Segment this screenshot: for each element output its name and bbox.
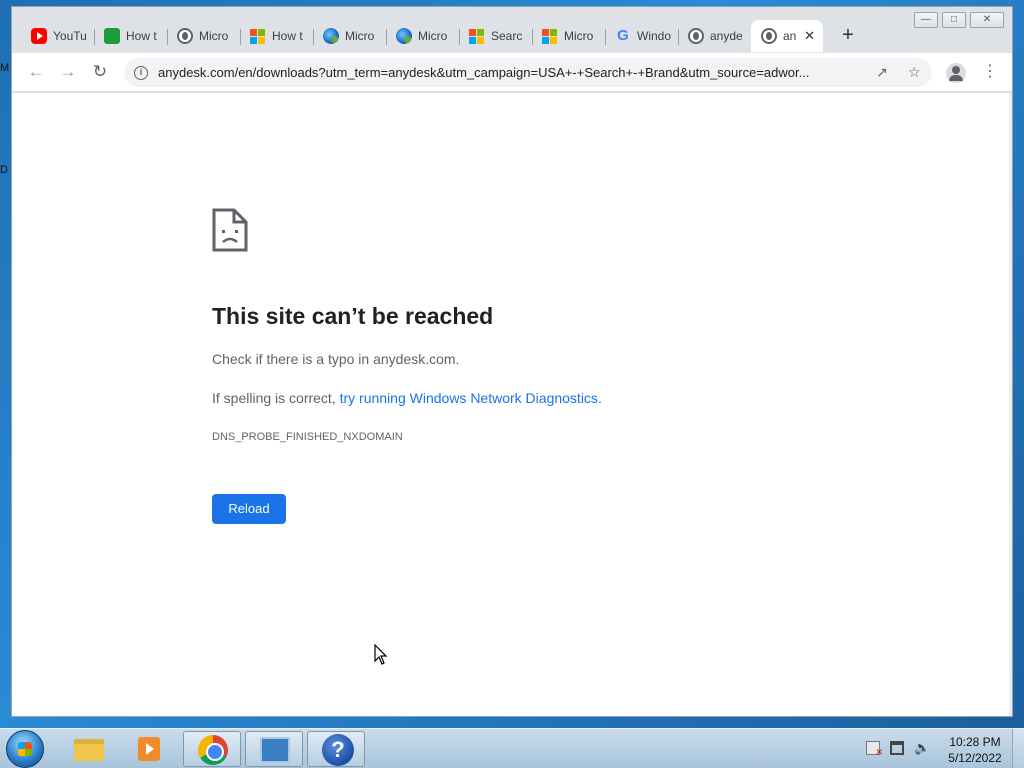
globe-icon [177,28,193,44]
taskbar-help[interactable]: ? [307,731,365,767]
tab-how-to-2[interactable]: How t [240,20,313,52]
maximize-button[interactable]: □ [942,12,966,28]
diagnostics-suffix: . [597,390,602,406]
tab-strip: YouTu How t Micro How t Micro Micro Sear… [21,20,863,52]
howto-icon [104,28,120,44]
clock-time: 10:28 PM [949,735,1001,749]
window-controls: — □ ✕ [914,12,1004,28]
tab-title: Micro [199,29,229,43]
tab-microsoft-2[interactable]: Micro [313,20,386,52]
tab-title: How t [126,29,157,43]
close-window-button[interactable]: ✕ [970,12,1004,28]
taskbar-chrome[interactable] [183,731,241,767]
volume-icon[interactable]: 🔈 [914,741,930,755]
address-url[interactable]: anydesk.com/en/downloads?utm_term=anydes… [158,65,866,80]
desktop-label-mid: D [0,164,8,176]
error-code: DNS_PROBE_FINISHED_NXDOMAIN [212,431,403,443]
media-player-icon [138,737,160,761]
globe-icon [761,28,777,44]
diagnostics-hint: If spelling is correct, try running Wind… [212,390,602,406]
close-tab-icon[interactable]: ✕ [804,28,815,44]
show-desktop-button[interactable] [1012,729,1024,768]
browser-window: YouTu How t Micro How t Micro Micro Sear… [11,6,1013,717]
tab-title: anyde [710,29,743,43]
microsoft-icon [469,28,485,44]
page-content: This site can’t be reached Check if ther… [12,93,1012,716]
tab-search[interactable]: Searc [459,20,532,52]
globe-icon [688,28,704,44]
taskbar-control-panel[interactable] [245,731,303,767]
address-bar[interactable]: i anydesk.com/en/downloads?utm_term=anyd… [124,58,932,87]
help-icon: ? [322,734,354,766]
youtube-icon [31,28,47,44]
taskbar: ? 🔈 10:28 PM 5/12/2022 [0,728,1024,768]
tab-anydesk-active[interactable]: an ✕ [751,20,823,52]
taskbar-media-player[interactable] [120,731,178,767]
clock[interactable]: 10:28 PM 5/12/2022 [940,734,1010,766]
network-icon[interactable] [890,741,904,755]
microsoft-icon [250,28,266,44]
reload-page-button[interactable]: ↻ [90,63,110,81]
tab-how-to-1[interactable]: How t [94,20,167,52]
tab-title: Micro [345,29,375,43]
tab-title: Micro [564,29,594,43]
share-icon[interactable]: ↗ [876,64,888,81]
tab-title: YouTu [53,29,87,43]
edge-icon [396,28,412,44]
mouse-cursor-icon [374,644,388,665]
action-center-flag-icon[interactable] [866,741,883,758]
tab-windows[interactable]: G Windo [605,20,678,52]
chrome-icon [198,735,228,765]
title-bar: YouTu How t Micro How t Micro Micro Sear… [12,7,1012,53]
folder-icon [74,739,104,761]
tab-title: an [783,29,797,43]
reload-button[interactable]: Reload [212,494,286,524]
tab-title: Searc [491,29,523,43]
profile-icon[interactable] [946,63,966,83]
tab-title: Micro [418,29,448,43]
microsoft-icon [542,28,558,44]
tab-youtube[interactable]: YouTu [21,20,94,52]
bookmark-star-icon[interactable]: ☆ [908,64,921,81]
tab-microsoft-3[interactable]: Micro [386,20,459,52]
tab-microsoft-4[interactable]: Micro [532,20,605,52]
minimize-button[interactable]: — [914,12,938,28]
new-tab-button[interactable]: + [833,20,863,52]
scrollbar[interactable] [1009,93,1012,716]
back-button[interactable]: ← [26,63,46,81]
taskbar-explorer[interactable] [60,731,118,767]
edge-icon [323,28,339,44]
diagnostics-prefix: If spelling is correct, [212,390,340,406]
start-button[interactable] [6,730,44,768]
sad-document-icon [212,208,248,252]
system-tray: 🔈 [866,741,930,758]
network-diagnostics-link[interactable]: try running Windows Network Diagnostics [340,390,598,406]
tab-anydesk-1[interactable]: anyde [678,20,751,52]
site-info-icon[interactable]: i [134,65,148,80]
clock-date: 5/12/2022 [948,751,1002,765]
tab-title: How t [272,29,303,43]
error-title: This site can’t be reached [212,303,494,329]
typo-hint: Check if there is a typo in anydesk.com. [212,351,460,367]
forward-button[interactable]: → [58,63,78,81]
desktop-label-top: M [0,62,10,74]
tab-microsoft-1[interactable]: Micro [167,20,240,52]
tab-title: Windo [637,29,672,43]
control-panel-icon [260,737,290,763]
browser-menu-icon[interactable]: ⋮ [982,62,998,82]
browser-toolbar: ← → ↻ i anydesk.com/en/downloads?utm_ter… [12,53,1012,92]
google-icon: G [617,27,629,44]
